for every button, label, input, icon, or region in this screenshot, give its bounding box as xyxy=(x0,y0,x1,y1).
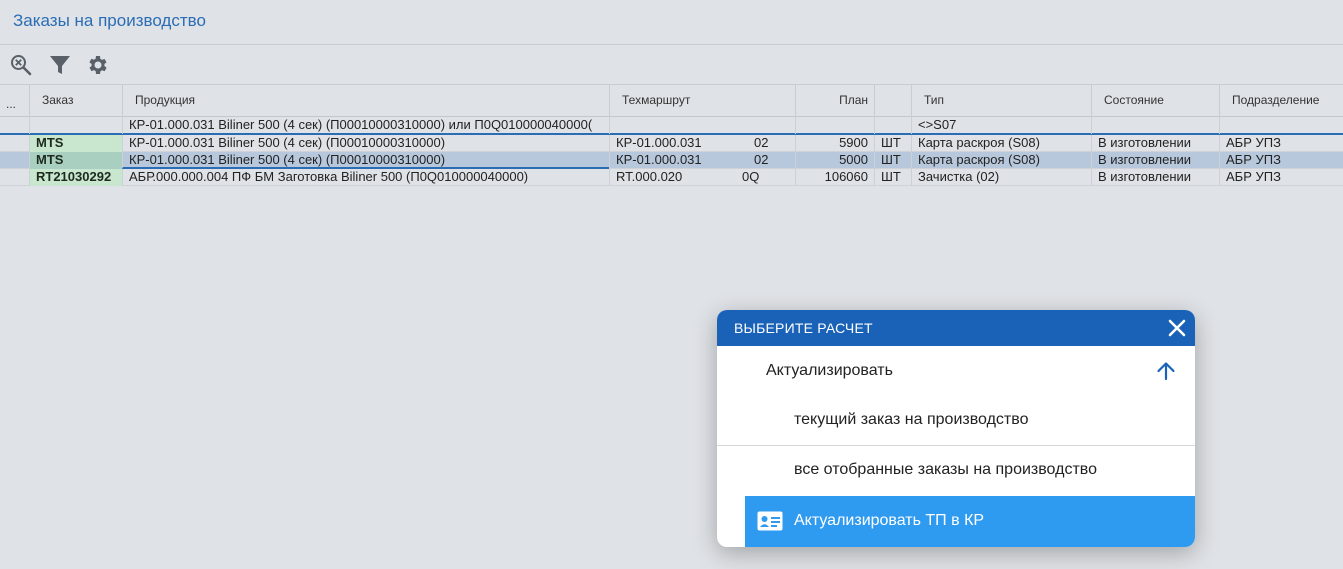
column-header-unit[interactable] xyxy=(874,85,911,117)
column-header-dept[interactable]: Подразделение xyxy=(1219,85,1343,117)
actualize-tp-label: Актуализировать ТП в КР xyxy=(794,512,985,529)
unit-cell: ШТ xyxy=(874,152,911,169)
close-icon[interactable] xyxy=(1166,317,1188,339)
route-cell: КР-01.000.031 xyxy=(609,135,749,152)
dialog-title: ВЫБЕРИТЕ РАСЧЕТ xyxy=(734,320,873,336)
group-actualize[interactable]: Актуализировать xyxy=(717,346,1195,396)
actualize-tp-button[interactable]: Актуализировать ТП в КР xyxy=(717,496,1195,547)
filter-row: КР-01.000.031 Biliner 500 (4 сек) (П0001… xyxy=(0,117,1343,135)
state-cell: В изготовлении xyxy=(1091,152,1219,169)
option-all-orders-label: все отобранные заказы на производство xyxy=(794,461,1097,478)
id-card-icon xyxy=(757,511,783,531)
filter-cell-order[interactable] xyxy=(29,117,122,134)
type-cell: Зачистка (02) xyxy=(911,169,1091,186)
option-all-orders[interactable]: все отобранные заказы на производство xyxy=(717,446,1195,496)
dialog-header: ВЫБЕРИТЕ РАСЧЕТ xyxy=(717,310,1195,346)
unit-cell: ШТ xyxy=(874,169,911,186)
plan-cell: 106060 xyxy=(795,169,874,186)
column-header-route[interactable]: Техмаршрут xyxy=(609,85,795,117)
route-op-cell: 0Q xyxy=(742,169,760,184)
column-header-product[interactable]: Продукция xyxy=(122,85,609,117)
route-cell: КР-01.000.031 xyxy=(609,152,749,169)
plan-cell: 5900 xyxy=(795,135,874,152)
table-row[interactable]: MTS КР-01.000.031 Biliner 500 (4 сек) (П… xyxy=(0,135,1343,152)
title-bar: Заказы на производство xyxy=(0,0,1343,45)
group-actualize-label: Актуализировать xyxy=(766,362,893,379)
state-cell: В изготовлении xyxy=(1091,135,1219,152)
dept-cell: АБР УПЗ xyxy=(1219,135,1343,152)
column-header-order[interactable]: Заказ xyxy=(29,85,122,117)
filter-cell-unit[interactable] xyxy=(874,117,911,134)
column-chooser-button[interactable]: ... xyxy=(0,85,29,117)
choose-calculation-dialog: ВЫБЕРИТЕ РАСЧЕТ Актуализировать текущий … xyxy=(717,310,1195,547)
column-header-plan[interactable]: План xyxy=(795,85,874,117)
clear-filter-icon[interactable] xyxy=(9,53,33,77)
filter-cell-route[interactable] xyxy=(609,117,795,134)
gear-icon[interactable] xyxy=(85,53,109,77)
type-cell: Карта раскроя (S08) xyxy=(911,152,1091,169)
product-cell-focused[interactable]: КР-01.000.031 Biliner 500 (4 сек) (П0001… xyxy=(122,152,609,169)
filter-cell-dept[interactable] xyxy=(1219,117,1343,134)
route-op-cell: 02 xyxy=(754,152,769,167)
filter-cell-state[interactable] xyxy=(1091,117,1219,134)
orders-grid: ... Заказ Продукция Техмаршрут План Тип … xyxy=(0,85,1343,186)
option-current-order-label: текущий заказ на производство xyxy=(794,411,1029,428)
filter-cell-corner xyxy=(0,117,29,134)
dept-cell: АБР УПЗ xyxy=(1219,152,1343,169)
route-op-cell: 02 xyxy=(754,135,769,150)
grid-header: ... Заказ Продукция Техмаршрут План Тип … xyxy=(0,85,1343,117)
option-current-order[interactable]: текущий заказ на производство xyxy=(717,396,1195,446)
plan-cell: 5000 xyxy=(795,152,874,169)
filter-icon[interactable] xyxy=(48,53,72,77)
order-code: MTS xyxy=(29,152,122,169)
state-cell: В изготовлении xyxy=(1091,169,1219,186)
product-cell: АБР.000.000.004 ПФ БМ Заготовка Biliner … xyxy=(122,169,609,186)
column-header-state[interactable]: Состояние xyxy=(1091,85,1219,117)
filter-cell-plan[interactable] xyxy=(795,117,874,134)
order-code: MTS xyxy=(29,135,122,152)
column-header-type[interactable]: Тип xyxy=(911,85,1091,117)
table-row-selected[interactable]: MTS КР-01.000.031 Biliner 500 (4 сек) (П… xyxy=(0,152,1343,169)
order-code: RT21030292 xyxy=(29,169,122,186)
table-row[interactable]: RT21030292 АБР.000.000.004 ПФ БМ Заготов… xyxy=(0,169,1343,186)
type-cell: Карта раскроя (S08) xyxy=(911,135,1091,152)
filter-cell-type[interactable]: <>S07 xyxy=(911,117,1091,134)
dept-cell: АБР УПЗ xyxy=(1219,169,1343,186)
route-cell: RT.000.020 xyxy=(609,169,739,186)
toolbar xyxy=(0,45,1343,85)
arrow-up-icon[interactable] xyxy=(1155,360,1177,382)
product-cell: КР-01.000.031 Biliner 500 (4 сек) (П0001… xyxy=(122,135,609,152)
unit-cell: ШТ xyxy=(874,135,911,152)
filter-cell-product[interactable]: КР-01.000.031 Biliner 500 (4 сек) (П0001… xyxy=(122,117,609,134)
page-title: Заказы на производство xyxy=(13,11,206,30)
